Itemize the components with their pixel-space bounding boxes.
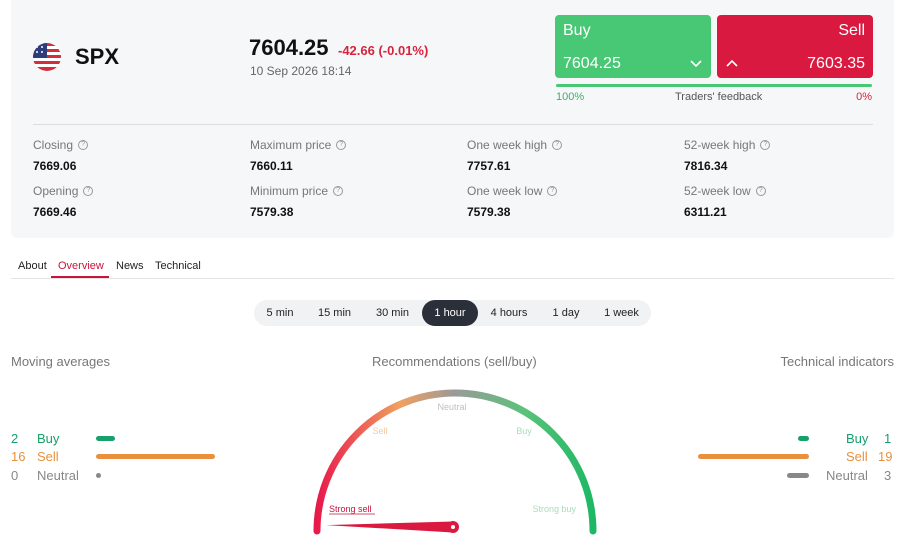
recommendation-gauge: Neutral Sell Buy Strong sell Strong buy (313, 389, 597, 535)
price-change: -42.66 (-0.01%) (338, 43, 429, 58)
ma-buy-count: 2 (11, 431, 19, 446)
stat-maximum-price: Maximum price? 7660.11 (250, 138, 450, 173)
active-tab-underline (51, 276, 109, 278)
ti-buy-label: Buy (846, 431, 869, 446)
tab-about[interactable]: About (18, 260, 47, 272)
sell-button-label: Sell (838, 22, 865, 39)
ma-sell-label: Sell (37, 449, 59, 464)
ma-neutral-count: 0 (11, 468, 19, 483)
period-15-min[interactable]: 15 min (306, 300, 363, 326)
ti-neutral-count: 3 (884, 468, 892, 483)
help-icon[interactable]: ? (547, 186, 558, 196)
gauge-needle (326, 521, 454, 533)
help-icon[interactable]: ? (83, 186, 94, 196)
ma-neutral-label: Neutral (37, 468, 79, 483)
us-flag-icon (33, 43, 61, 71)
section-tabs: About Overview News Technical (11, 258, 894, 279)
period-1-week[interactable]: 1 week (592, 300, 651, 326)
period-30-min[interactable]: 30 min (363, 300, 422, 326)
moving-averages-title: Moving averages (11, 354, 110, 369)
stat-52-week-low: 52-week low? 6311.21 (684, 184, 884, 219)
chevron-up-icon (726, 59, 738, 67)
chevron-down-icon (690, 60, 702, 68)
gauge-label-sell: Sell (372, 426, 387, 436)
stat-closing: Closing? 7669.06 (33, 138, 233, 173)
period-5-min[interactable]: 5 min (254, 300, 306, 326)
traders-feedback-label: Traders' feedback (675, 91, 763, 103)
buy-price: 7604.25 (563, 55, 621, 72)
stat-opening: Opening? 7669.46 (33, 184, 233, 219)
instrument-symbol: SPX (75, 44, 120, 69)
tab-news[interactable]: News (116, 260, 144, 272)
stat-52-week-high: 52-week high? 7816.34 (684, 138, 884, 173)
sell-button[interactable]: Sell 7603.35 (717, 15, 873, 78)
recommendations-title: Recommendations (sell/buy) (372, 354, 537, 369)
tab-overview[interactable]: Overview (58, 260, 104, 272)
gauge-label-neutral: Neutral (437, 402, 466, 412)
feedback-buy-percent: 100% (556, 91, 585, 103)
stat-one-week-high: One week high? 7757.61 (467, 138, 667, 173)
period-4-hours[interactable]: 4 hours (478, 300, 540, 326)
ma-sell-count: 16 (11, 449, 26, 464)
gauge-label-strong-buy: Strong buy (532, 504, 576, 514)
current-price: 7604.25 (249, 35, 329, 60)
divider (33, 124, 873, 125)
help-icon[interactable]: ? (760, 140, 771, 150)
stat-one-week-low: One week low? 7579.38 (467, 184, 667, 219)
gauge-label-strong-sell: Strong sell (329, 504, 372, 514)
help-icon[interactable]: ? (755, 186, 766, 196)
ti-buy-bar (798, 436, 809, 441)
help-icon[interactable]: ? (78, 140, 89, 150)
ti-neutral-bar (787, 473, 809, 478)
help-icon[interactable]: ? (333, 186, 344, 196)
traders-feedback-bar (556, 84, 872, 87)
price-timestamp: 10 Sep 2026 18:14 (250, 64, 352, 78)
ti-neutral-label: Neutral (826, 468, 868, 483)
ti-sell-count: 19 (878, 449, 893, 464)
sell-price: 7603.35 (807, 55, 865, 72)
help-icon[interactable]: ? (552, 140, 563, 150)
ma-neutral-bar (96, 473, 101, 478)
stat-minimum-price: Minimum price? 7579.38 (250, 184, 450, 219)
gauge-label-buy: Buy (516, 426, 532, 436)
feedback-sell-percent: 0% (856, 91, 872, 103)
ma-sell-bar (96, 454, 215, 459)
period-1-day[interactable]: 1 day (540, 300, 592, 326)
buy-button[interactable]: Buy 7604.25 (555, 15, 711, 78)
buy-button-label: Buy (563, 22, 591, 39)
technical-indicators-title: Technical indicators (780, 354, 894, 369)
period-1-hour[interactable]: 1 hour (422, 300, 478, 326)
ti-sell-bar (698, 454, 809, 459)
ti-sell-label: Sell (846, 449, 868, 464)
tab-technical[interactable]: Technical (155, 260, 201, 272)
help-icon[interactable]: ? (336, 140, 347, 150)
ti-buy-count: 1 (884, 431, 892, 446)
period-selector: 5 min 15 min 30 min 1 hour 4 hours 1 day… (254, 300, 651, 326)
ma-buy-bar (96, 436, 115, 441)
ma-buy-label: Buy (37, 431, 60, 446)
